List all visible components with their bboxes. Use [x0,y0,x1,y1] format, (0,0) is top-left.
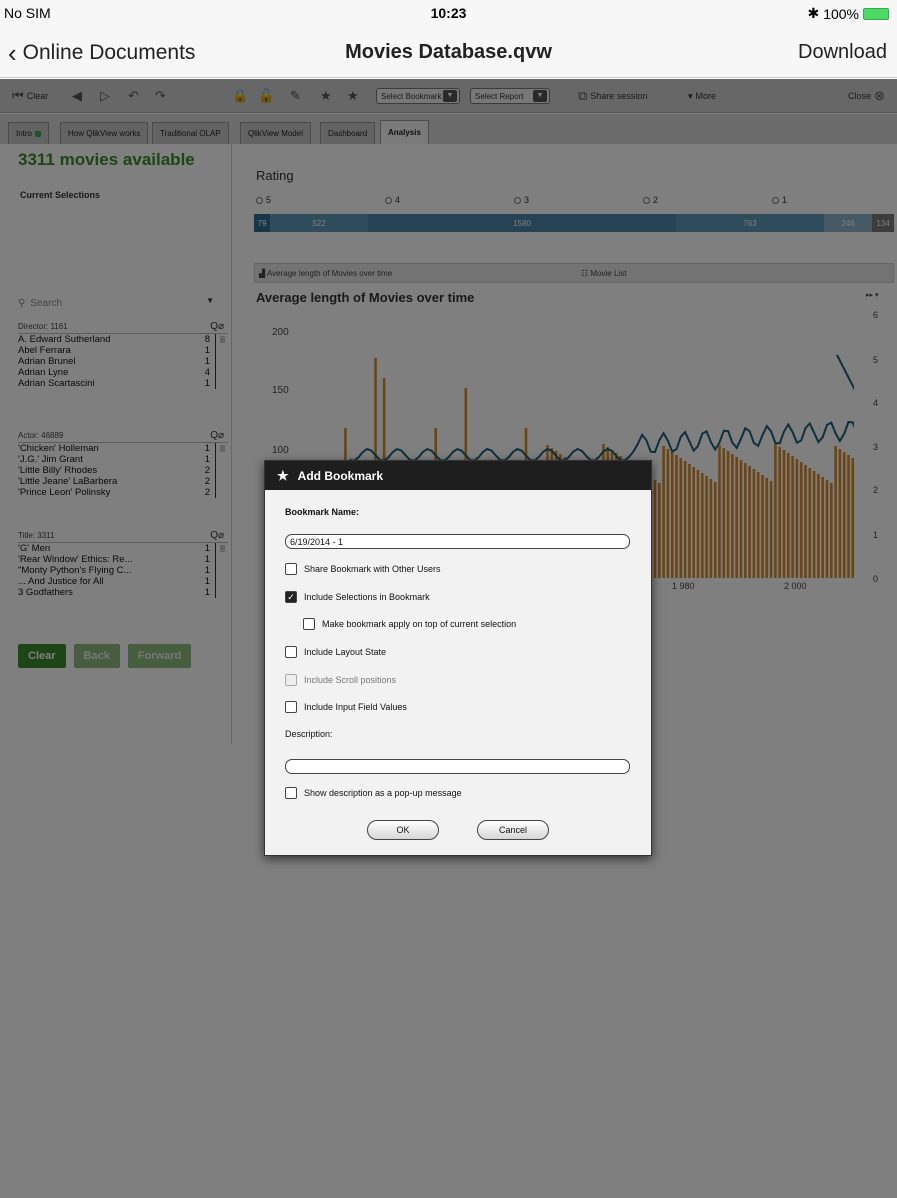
chevron-left-icon: ‹ [8,38,17,68]
back-button[interactable]: ‹ Online Documents [8,40,195,66]
checkbox[interactable] [285,646,297,658]
checkbox-label: Show description as a pop-up message [304,788,462,798]
checkbox[interactable] [285,787,297,799]
checkbox[interactable] [285,701,297,713]
include-input-field-values-option[interactable]: Include Input Field Values [285,701,407,713]
checkbox-label: Share Bookmark with Other Users [304,564,441,574]
ok-button[interactable]: OK [367,820,439,840]
include-selections-option[interactable]: ✓ Include Selections in Bookmark [285,591,430,603]
battery-icon [863,7,889,20]
show-popup-option[interactable]: Show description as a pop-up message [285,787,462,799]
battery-percent: 100% [823,5,859,22]
bluetooth-icon: ✱ [807,5,820,21]
battery-status: ✱ 100% [807,5,889,22]
include-layout-state-option[interactable]: Include Layout State [285,646,386,658]
download-button[interactable]: Download [798,41,887,64]
checkbox[interactable]: ✓ [285,591,297,603]
cancel-button[interactable]: Cancel [477,820,549,840]
nav-bar: ‹ Online Documents Movies Database.qvw D… [0,28,897,78]
bookmark-name-input[interactable] [285,534,630,549]
checkbox-label: Make bookmark apply on top of current se… [322,619,517,629]
status-bar: No SIM 10:23 ✱ 100% [0,0,897,28]
dialog-header: ★ Add Bookmark [265,461,651,490]
include-scroll-positions-option: Include Scroll positions [285,674,396,686]
back-button-label: Online Documents [22,41,196,64]
checkbox-label: Include Input Field Values [304,702,407,712]
checkbox [285,674,297,686]
clock: 10:23 [430,5,467,21]
checkbox-label: Include Layout State [304,647,387,657]
dialog-title: Add Bookmark [297,468,384,483]
checkbox-label: Include Scroll positions [304,675,397,685]
description-label: Description: [285,729,333,739]
add-bookmark-dialog: ★ Add Bookmark Bookmark Name: Share Book… [264,460,652,856]
checkbox-label: Include Selections in Bookmark [304,592,430,602]
checkbox[interactable] [285,563,297,575]
description-input[interactable] [285,759,630,774]
checkbox[interactable] [303,618,315,630]
bookmark-name-label: Bookmark Name: [285,507,360,517]
apply-on-top-option[interactable]: Make bookmark apply on top of current se… [303,618,516,630]
share-bookmark-option[interactable]: Share Bookmark with Other Users [285,563,441,575]
star-icon: ★ [277,467,289,483]
